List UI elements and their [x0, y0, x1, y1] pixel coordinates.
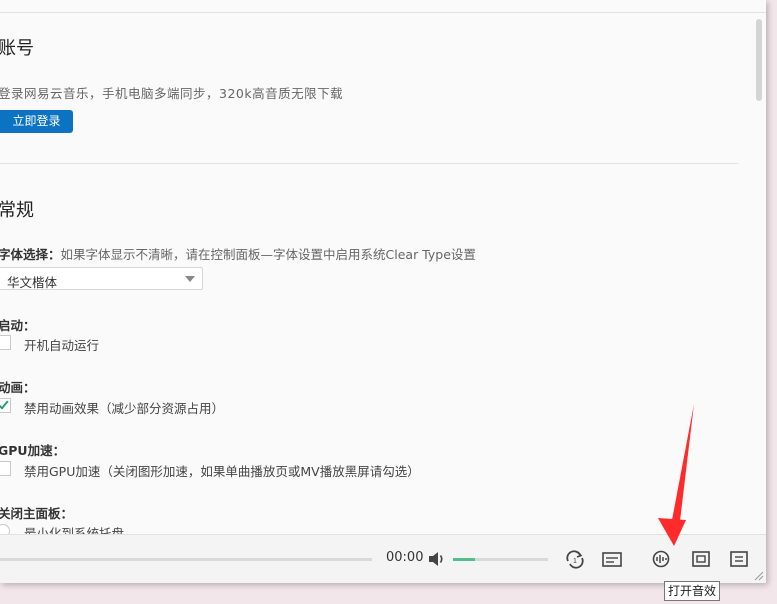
- animation-checkbox[interactable]: [0, 398, 11, 413]
- player-bar: 00:00 1: [0, 534, 766, 583]
- scrollbar[interactable]: [752, 13, 766, 534]
- playlist-icon[interactable]: [690, 549, 712, 569]
- startup-option-text: 开机自动运行: [24, 338, 100, 353]
- account-section-title: 账号: [0, 38, 34, 59]
- gpu-label: GPU加速：: [0, 443, 66, 458]
- volume-level: [453, 558, 475, 561]
- account-subtitle: 登录网易云音乐，手机电脑多端同步，320k高音质无限下载: [0, 86, 344, 101]
- queue-icon[interactable]: [728, 549, 750, 569]
- login-button[interactable]: 立即登录: [0, 110, 73, 133]
- font-select-value: 华文楷体: [7, 275, 58, 290]
- close-panel-label: 关闭主面板：: [0, 506, 74, 521]
- sound-effect-icon[interactable]: [650, 549, 672, 569]
- resize-grip-icon[interactable]: [754, 571, 764, 581]
- general-section-title: 常规: [0, 200, 34, 221]
- settings-window: 账号 登录网易云音乐，手机电脑多端同步，320k高音质无限下载 立即登录 常规 …: [0, 0, 766, 583]
- font-setting-label: 字体选择：如果字体显示不清晰，请在控制面板—字体设置中启用系统Clear Typ…: [0, 244, 476, 263]
- animation-label: 动画：: [0, 380, 36, 395]
- svg-text:1: 1: [573, 558, 577, 565]
- animation-option-text: 禁用动画效果（减少部分资源占用）: [24, 401, 225, 416]
- checkmark-icon: [0, 398, 9, 410]
- volume-icon[interactable]: [428, 551, 446, 567]
- playback-time: 00:00: [386, 550, 424, 565]
- font-description: 如果字体显示不清晰，请在控制面板—字体设置中启用系统Clear Type设置: [60, 247, 476, 262]
- playback-progress[interactable]: [0, 558, 372, 561]
- scrollbar-thumb[interactable]: [756, 19, 762, 101]
- section-divider: [0, 163, 738, 164]
- startup-checkbox[interactable]: [0, 335, 11, 350]
- font-label-text: 字体选择：: [0, 247, 61, 262]
- volume-slider[interactable]: [453, 558, 548, 561]
- font-select[interactable]: 华文楷体: [0, 267, 203, 290]
- minimize-radio[interactable]: [0, 524, 10, 534]
- loop-icon[interactable]: 1: [564, 549, 586, 569]
- close-panel-option-text: 最小化到系统托盘: [24, 526, 125, 534]
- lyrics-icon[interactable]: [601, 549, 623, 569]
- sound-effect-tooltip: 打开音效: [664, 581, 720, 601]
- startup-label: 启动：: [0, 318, 36, 333]
- gpu-checkbox[interactable]: [0, 461, 11, 476]
- gpu-option-text: 禁用GPU加速（关闭图形加速，如果单曲播放页或MV播放黑屏请勾选）: [24, 464, 420, 479]
- chevron-down-icon: [185, 276, 195, 282]
- settings-content: 账号 登录网易云音乐，手机电脑多端同步，320k高音质无限下载 立即登录 常规 …: [0, 13, 752, 534]
